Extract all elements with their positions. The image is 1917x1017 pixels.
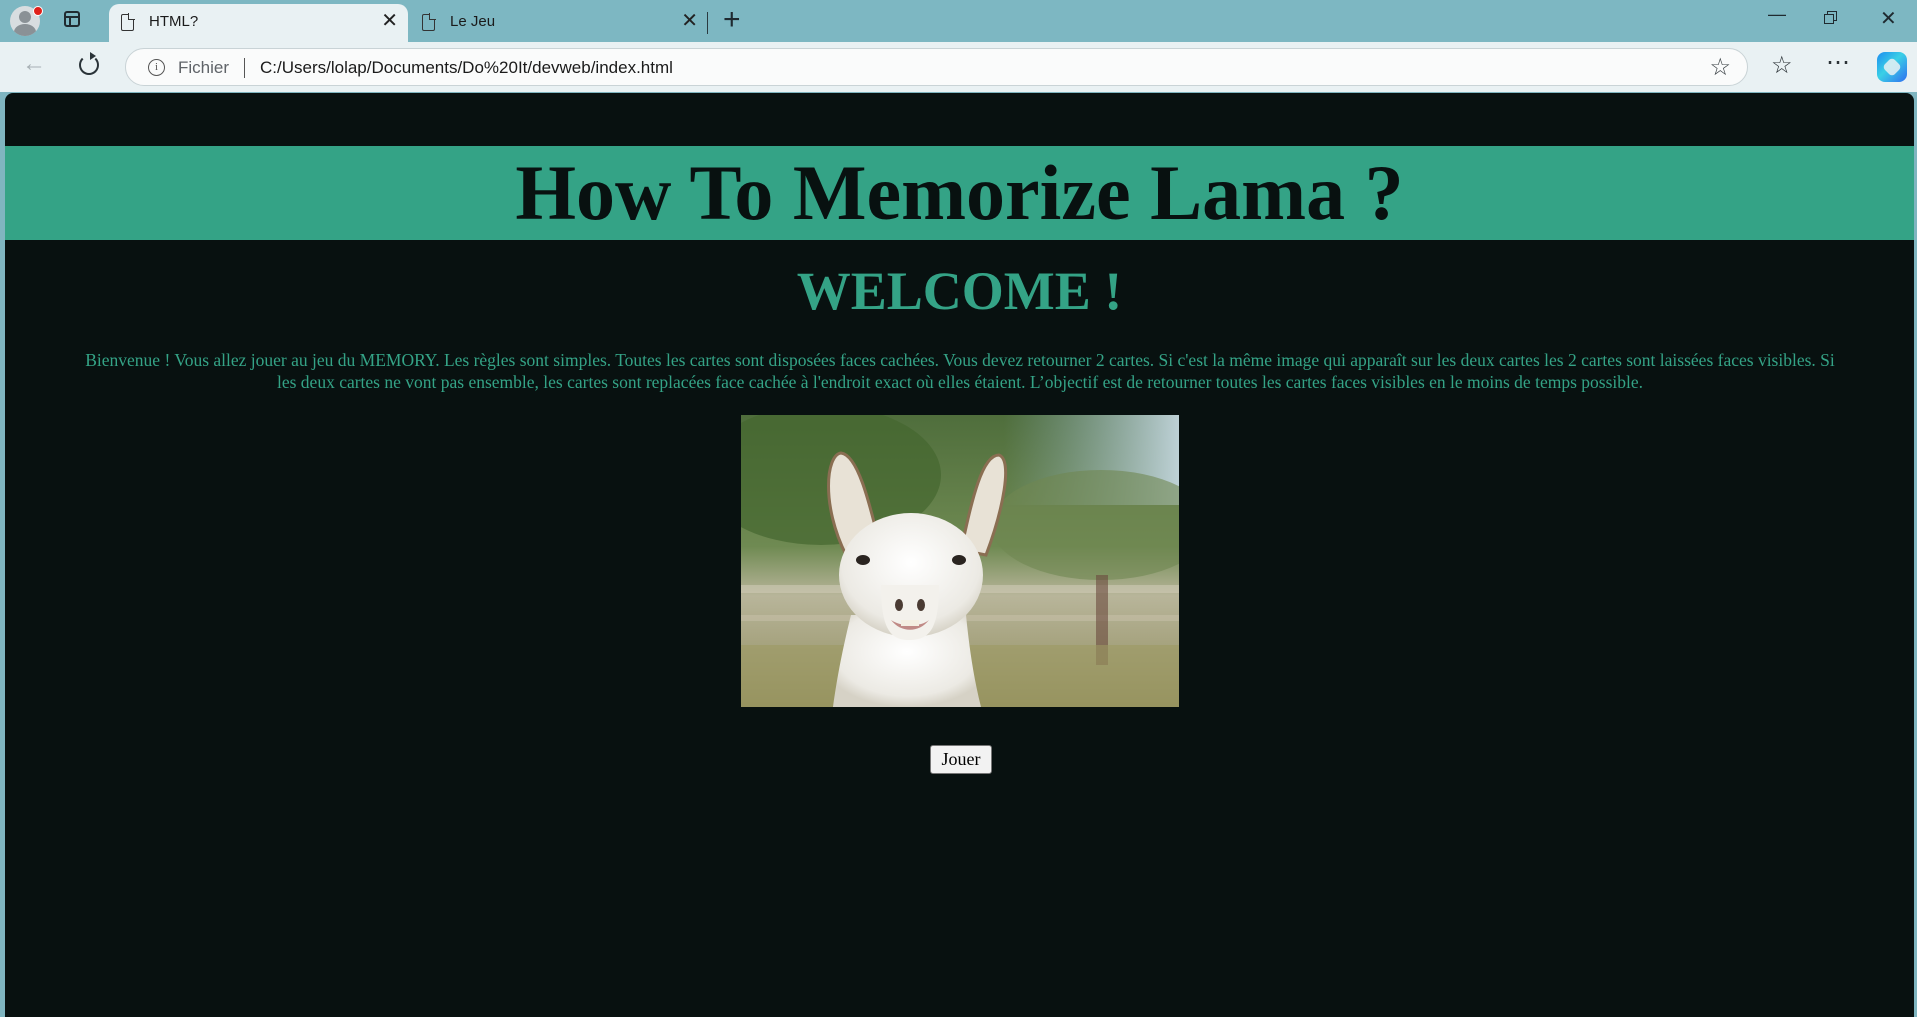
llama-nostril-right [917,599,925,611]
favorite-star-icon[interactable]: ☆ [1709,53,1731,82]
tab-html[interactable]: HTML? ✕ [109,4,408,42]
llama-eye-right [952,555,966,565]
page-viewport: How To Memorize Lama ? WELCOME ! Bienven… [5,93,1914,1017]
tab-actions-icon[interactable] [64,11,80,27]
tab-close-icon[interactable]: ✕ [381,11,398,31]
info-icon[interactable]: i [148,59,165,76]
browser-toolbar: ← i Fichier C:/Users/lolap/Documents/Do%… [0,42,1917,92]
title-banner: How To Memorize Lama ? [5,146,1914,240]
back-icon[interactable]: ← [22,50,46,78]
tab-title: Le Jeu [450,13,496,30]
favorites-icon[interactable]: ☆ [1771,51,1793,80]
play-button[interactable]: Jouer [930,745,992,774]
scheme-label: Fichier [178,58,230,77]
minimize-icon[interactable]: — [1768,4,1786,25]
address-bar[interactable]: i Fichier C:/Users/lolap/Documents/Do%20… [125,48,1748,86]
tab-close-icon[interactable]: ✕ [681,11,698,31]
restore-square-front [1824,14,1834,24]
llama-teeth [901,620,919,626]
tab-title: HTML? [149,13,199,30]
address-separator [244,58,245,78]
new-tab-button[interactable]: + [723,3,741,37]
more-icon[interactable]: ⋯ [1826,48,1851,77]
page-title: How To Memorize Lama ? [515,149,1404,236]
llama-image [741,415,1179,707]
intro-text: Bienvenue ! Vous allez jouer au jeu du M… [85,350,1835,392]
reload-icon[interactable] [79,52,99,75]
url-text[interactable]: C:/Users/lolap/Documents/Do%20It/devweb/… [260,58,673,78]
doc-icon [422,13,436,31]
notification-dot [33,6,43,16]
welcome-heading: WELCOME ! [796,261,1123,321]
tab-separator [707,12,708,34]
profile-head-shape [19,11,31,23]
tab-strip: HTML? ✕ Le Jeu ✕ + — ✕ [0,0,1917,42]
tab-le-jeu[interactable]: Le Jeu ✕ [410,4,708,42]
close-icon[interactable]: ✕ [1880,6,1897,31]
llama-eye-left [856,555,870,565]
llama-nostril-left [895,599,903,611]
profile-body-shape [14,24,36,36]
copilot-icon[interactable] [1877,52,1907,82]
doc-icon [121,13,135,31]
